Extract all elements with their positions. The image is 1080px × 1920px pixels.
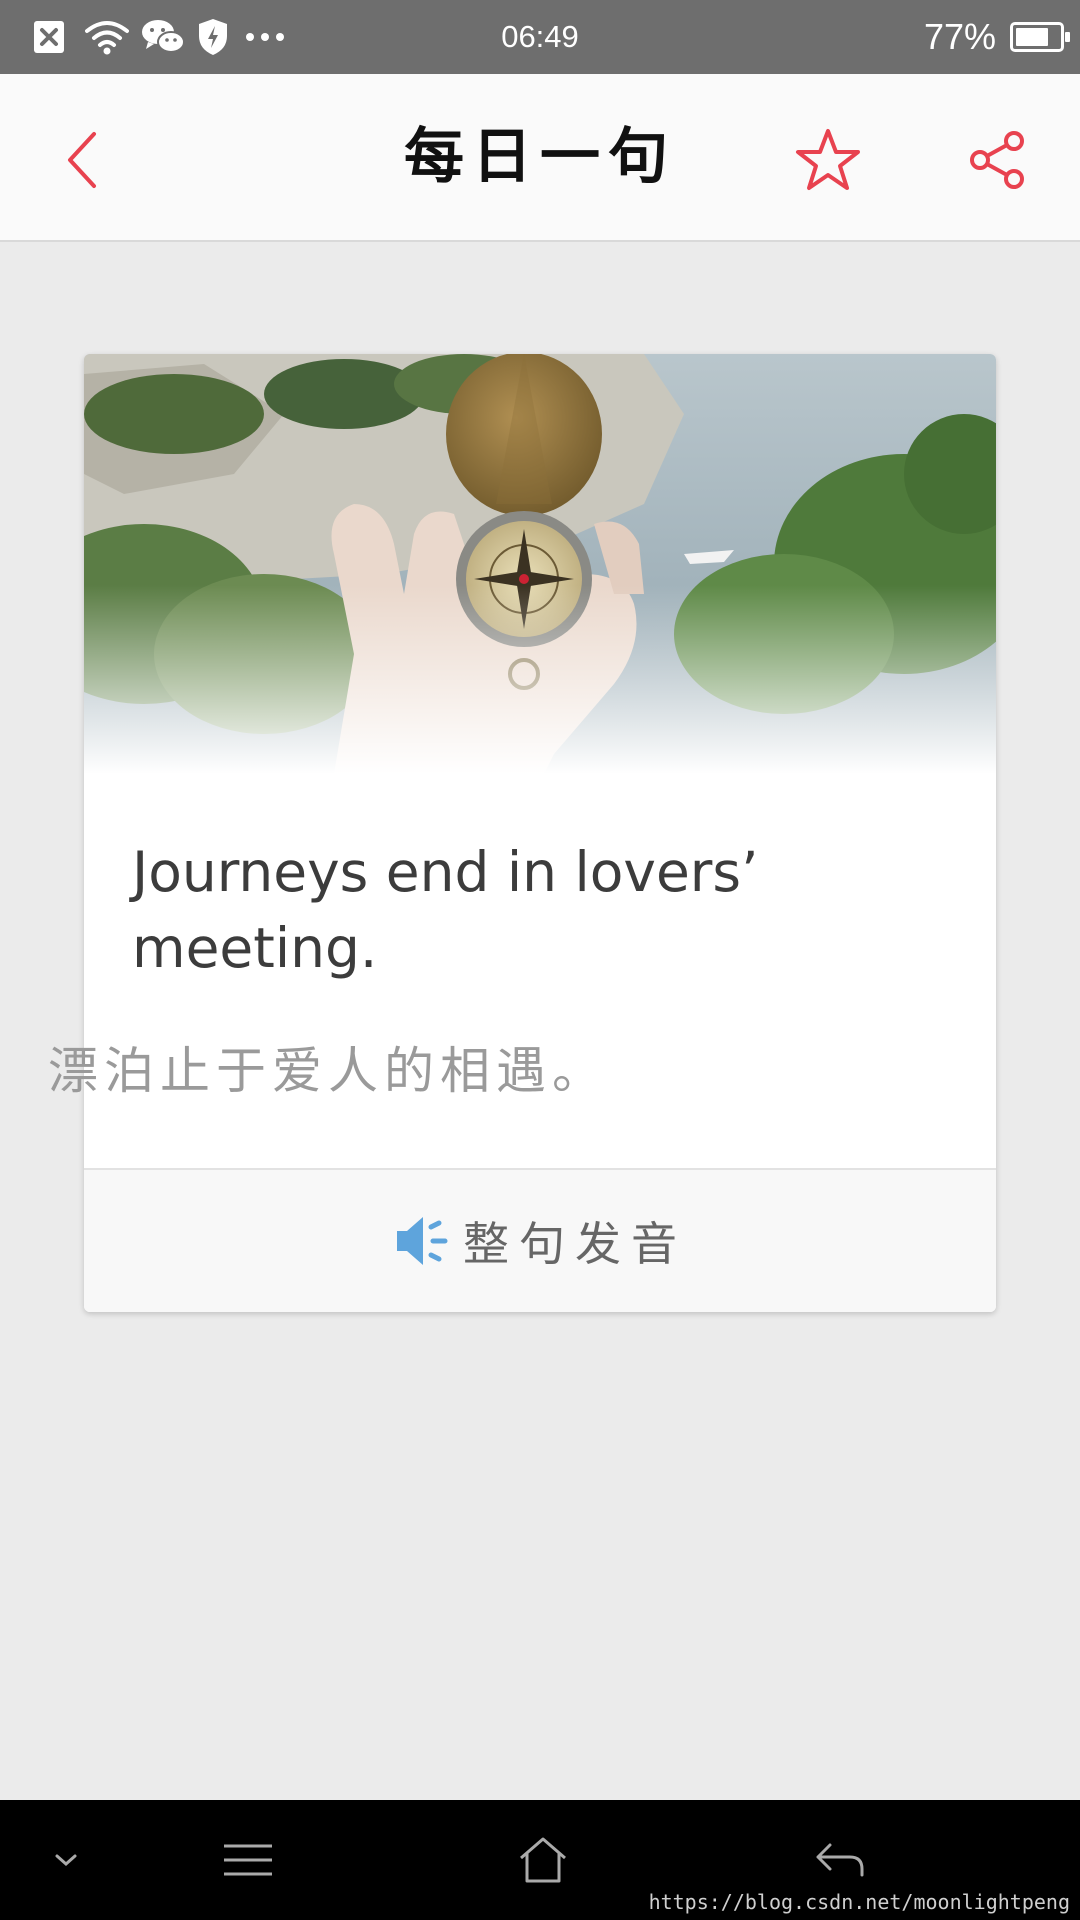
page-title: 每日一句 [404,122,676,192]
quote-english: Journeys end in lovers’ meeting. [132,840,759,980]
menu-button[interactable] [188,1800,308,1920]
app-bar: 每日一句 [0,74,1080,242]
status-time: 06:49 [501,19,579,54]
watermark: https://blog.csdn.net/moonlightpeng [648,1890,1070,1914]
system-nav-bar: https://blog.csdn.net/moonlightpeng [0,1800,1080,1920]
favorite-button[interactable] [790,122,866,198]
quote-chinese: 漂泊止于爱人的相遇。 [48,1042,608,1100]
compass-photo [84,354,996,774]
battery-icon [1010,22,1070,52]
collapse-button[interactable] [6,1800,126,1920]
battery-percent: 77% [923,16,996,57]
chevron-down-icon [55,1854,77,1867]
home-icon [520,1837,566,1883]
battery-level-fill [1016,28,1049,46]
menu-icon [224,1844,272,1876]
home-button[interactable] [483,1800,603,1920]
share-button[interactable] [960,122,1036,198]
star-icon [796,129,860,190]
play-sentence-label: 整句发音 [463,1217,687,1271]
status-bar: 06:49 77% [0,0,1080,74]
share-icon [970,131,1024,189]
daily-sentence-card: Journeys end in lovers’ meeting. 整句发音 [84,354,996,1312]
back-arrow-icon [816,1843,864,1877]
speaker-icon [397,1217,448,1265]
play-sentence-button[interactable]: 整句发音 [84,1168,996,1312]
